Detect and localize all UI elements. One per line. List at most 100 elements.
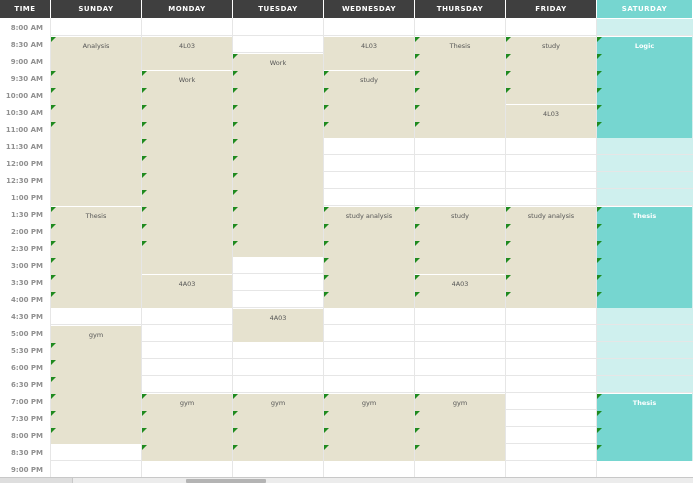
event-block[interactable]: gym xyxy=(324,393,414,461)
resize-tick-icon[interactable] xyxy=(597,292,602,297)
resize-tick-icon[interactable] xyxy=(415,88,420,93)
event-block[interactable]: 4L03 xyxy=(142,36,232,70)
resize-tick-icon[interactable] xyxy=(142,122,147,127)
event-block[interactable]: gym xyxy=(233,393,323,461)
resize-tick-icon[interactable] xyxy=(324,428,329,433)
resize-tick-icon[interactable] xyxy=(233,445,238,450)
resize-tick-icon[interactable] xyxy=(142,156,147,161)
resize-tick-icon[interactable] xyxy=(324,207,329,212)
resize-tick-icon[interactable] xyxy=(142,241,147,246)
resize-tick-icon[interactable] xyxy=(415,122,420,127)
event-block[interactable]: Thesis xyxy=(597,393,692,461)
resize-tick-icon[interactable] xyxy=(506,37,511,42)
header-day-sunday[interactable]: SUNDAY xyxy=(51,0,142,18)
resize-tick-icon[interactable] xyxy=(142,88,147,93)
resize-tick-icon[interactable] xyxy=(51,292,56,297)
resize-tick-icon[interactable] xyxy=(415,224,420,229)
resize-tick-icon[interactable] xyxy=(597,122,602,127)
resize-tick-icon[interactable] xyxy=(415,54,420,59)
resize-tick-icon[interactable] xyxy=(415,241,420,246)
event-block[interactable]: 4A03 xyxy=(415,274,505,308)
resize-tick-icon[interactable] xyxy=(142,428,147,433)
resize-tick-icon[interactable] xyxy=(597,37,602,42)
resize-tick-icon[interactable] xyxy=(233,207,238,212)
resize-tick-icon[interactable] xyxy=(324,394,329,399)
resize-tick-icon[interactable] xyxy=(233,173,238,178)
event-block[interactable]: gym xyxy=(142,393,232,461)
resize-tick-icon[interactable] xyxy=(506,71,511,76)
resize-tick-icon[interactable] xyxy=(142,207,147,212)
resize-tick-icon[interactable] xyxy=(51,224,56,229)
resize-tick-icon[interactable] xyxy=(233,190,238,195)
event-block[interactable]: 4L03 xyxy=(506,104,596,138)
event-block[interactable]: Analysis xyxy=(51,36,141,206)
resize-tick-icon[interactable] xyxy=(51,105,56,110)
resize-tick-icon[interactable] xyxy=(597,207,602,212)
resize-tick-icon[interactable] xyxy=(506,292,511,297)
resize-tick-icon[interactable] xyxy=(233,224,238,229)
resize-tick-icon[interactable] xyxy=(324,105,329,110)
resize-tick-icon[interactable] xyxy=(233,394,238,399)
resize-tick-icon[interactable] xyxy=(506,241,511,246)
event-block[interactable]: 4A03 xyxy=(233,308,323,342)
resize-tick-icon[interactable] xyxy=(324,445,329,450)
event-block[interactable]: 4L03 xyxy=(324,36,414,70)
resize-tick-icon[interactable] xyxy=(597,71,602,76)
resize-tick-icon[interactable] xyxy=(324,258,329,263)
resize-tick-icon[interactable] xyxy=(51,377,56,382)
resize-tick-icon[interactable] xyxy=(415,445,420,450)
resize-tick-icon[interactable] xyxy=(415,37,420,42)
resize-tick-icon[interactable] xyxy=(506,224,511,229)
event-block[interactable]: Thesis xyxy=(415,36,505,138)
resize-tick-icon[interactable] xyxy=(233,411,238,416)
event-block[interactable]: 4A03 xyxy=(142,274,232,308)
event-block[interactable]: study xyxy=(506,36,596,104)
resize-tick-icon[interactable] xyxy=(51,275,56,280)
event-block[interactable]: gym xyxy=(415,393,505,461)
event-block[interactable]: study xyxy=(415,206,505,274)
resize-tick-icon[interactable] xyxy=(415,411,420,416)
header-day-monday[interactable]: MONDAY xyxy=(142,0,233,18)
event-block[interactable]: gym xyxy=(51,325,141,444)
header-day-friday[interactable]: FRIDAY xyxy=(506,0,597,18)
event-block[interactable]: Logic xyxy=(597,36,692,138)
resize-tick-icon[interactable] xyxy=(142,173,147,178)
resize-tick-icon[interactable] xyxy=(597,88,602,93)
resize-tick-icon[interactable] xyxy=(506,88,511,93)
header-day-tuesday[interactable]: TUESDAY xyxy=(233,0,324,18)
resize-tick-icon[interactable] xyxy=(51,343,56,348)
event-block[interactable]: study analysis xyxy=(506,206,596,308)
resize-tick-icon[interactable] xyxy=(415,207,420,212)
resize-tick-icon[interactable] xyxy=(51,411,56,416)
resize-tick-icon[interactable] xyxy=(233,241,238,246)
resize-tick-icon[interactable] xyxy=(597,105,602,110)
resize-tick-icon[interactable] xyxy=(51,258,56,263)
resize-tick-icon[interactable] xyxy=(415,394,420,399)
resize-tick-icon[interactable] xyxy=(233,156,238,161)
resize-tick-icon[interactable] xyxy=(415,258,420,263)
resize-tick-icon[interactable] xyxy=(506,275,511,280)
resize-tick-icon[interactable] xyxy=(51,360,56,365)
resize-tick-icon[interactable] xyxy=(324,411,329,416)
resize-tick-icon[interactable] xyxy=(324,275,329,280)
resize-tick-icon[interactable] xyxy=(597,258,602,263)
resize-tick-icon[interactable] xyxy=(233,105,238,110)
resize-tick-icon[interactable] xyxy=(415,428,420,433)
event-block[interactable]: Work xyxy=(233,53,323,257)
resize-tick-icon[interactable] xyxy=(233,71,238,76)
resize-tick-icon[interactable] xyxy=(597,224,602,229)
event-block[interactable]: Work xyxy=(142,70,232,274)
resize-tick-icon[interactable] xyxy=(51,394,56,399)
resize-tick-icon[interactable] xyxy=(142,411,147,416)
event-block[interactable]: Thesis xyxy=(597,206,692,308)
resize-tick-icon[interactable] xyxy=(51,241,56,246)
event-block[interactable]: study xyxy=(324,70,414,138)
header-day-thursday[interactable]: THURSDAY xyxy=(415,0,506,18)
resize-tick-icon[interactable] xyxy=(51,37,56,42)
resize-tick-icon[interactable] xyxy=(142,445,147,450)
header-day-wednesday[interactable]: WEDNESDAY xyxy=(324,0,415,18)
resize-tick-icon[interactable] xyxy=(324,71,329,76)
resize-tick-icon[interactable] xyxy=(415,71,420,76)
horizontal-scrollbar[interactable] xyxy=(0,477,693,483)
header-day-saturday[interactable]: SATURDAY xyxy=(597,0,693,18)
